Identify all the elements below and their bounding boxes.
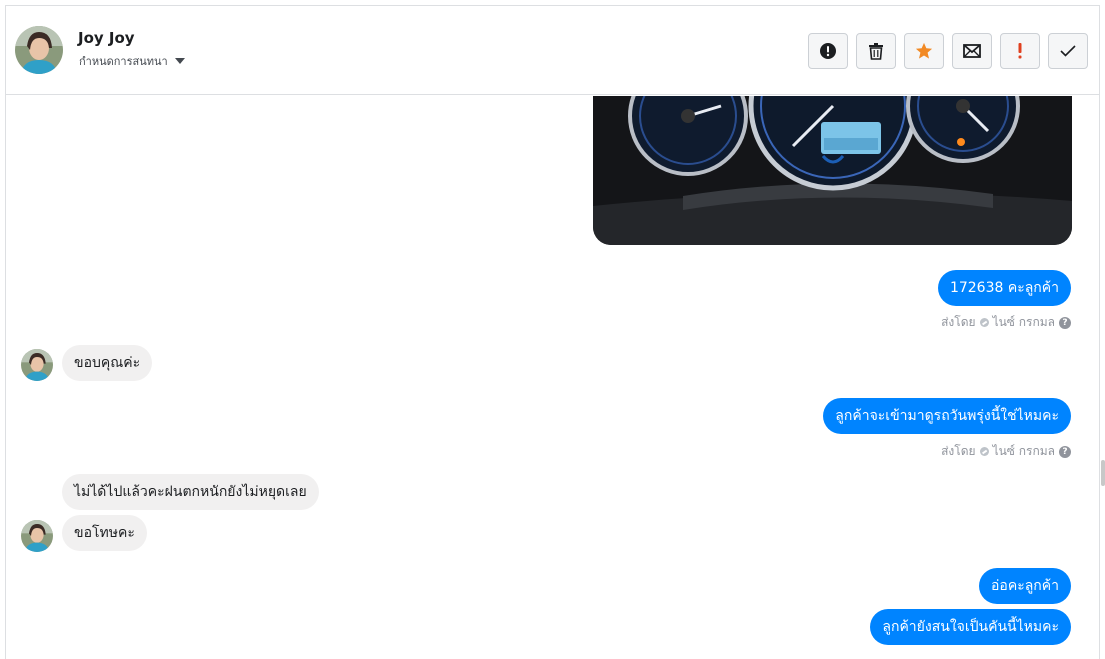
status-agent: ไนซ์ กรกมล: [992, 315, 1055, 329]
mark-done-button[interactable]: [1048, 33, 1088, 69]
trash-icon: [869, 43, 883, 60]
check-icon: [1060, 45, 1076, 57]
message-bubble-outgoing[interactable]: อ่อคะลูกค้า: [979, 568, 1071, 604]
star-button[interactable]: [904, 33, 944, 69]
seen-icon: [979, 318, 989, 327]
caret-down-icon: [174, 58, 185, 64]
delete-button[interactable]: [856, 33, 896, 69]
message-bubble-incoming[interactable]: ขอบคุณค่ะ: [62, 345, 153, 381]
follow-up-button[interactable]: [1000, 33, 1040, 69]
action-toolbar: [808, 33, 1088, 69]
message-status: ส่งโดย ไนซ์ กรกมล ?: [941, 442, 1071, 461]
mark-unread-button[interactable]: [952, 33, 992, 69]
contact-avatar[interactable]: [15, 26, 63, 74]
help-icon[interactable]: ?: [1059, 445, 1071, 458]
message-bubble-incoming[interactable]: ขอโทษคะ: [62, 515, 147, 551]
message-image[interactable]: [593, 96, 1072, 245]
seen-icon: [979, 447, 989, 456]
message-thread[interactable]: 172638 คะลูกค้า ส่งโดย ไนซ์ กรกมล ? ขอบค…: [6, 96, 1099, 659]
status-agent: ไนซ์ กรกมล: [992, 444, 1055, 458]
contact-avatar-small[interactable]: [21, 349, 53, 381]
status-prefix: ส่งโดย: [941, 444, 976, 458]
message-bubble-outgoing[interactable]: ลูกค้าจะเข้ามาดูรถวันพรุ่งนี้ใช่ไหมคะ: [823, 398, 1071, 434]
conversation-settings-dropdown[interactable]: กำหนดการสนทนา: [79, 52, 185, 70]
message-bubble-outgoing[interactable]: 172638 คะลูกค้า: [937, 270, 1071, 306]
message-bubble-incoming[interactable]: ไม่ได้ไปแล้วคะฝนตกหนักยังไม่หยุดเลย: [62, 474, 319, 510]
message-bubble-outgoing[interactable]: ลูกค้ายังสนใจเป็นคันนี้ไหมคะ: [870, 609, 1071, 645]
conversation-panel: Joy Joy กำหนดการสนทนา 172638 คะลูกค้า ส่…: [5, 5, 1100, 659]
scrollbar-thumb[interactable]: [1101, 460, 1105, 486]
conversation-settings-label: กำหนดการสนทนา: [79, 55, 168, 68]
status-prefix: ส่งโดย: [941, 315, 976, 329]
contact-avatar-small[interactable]: [21, 520, 53, 552]
alert-circle-icon: [820, 43, 836, 59]
help-icon[interactable]: ?: [1059, 316, 1071, 329]
star-icon: [915, 42, 933, 59]
message-status: ส่งโดย ไนซ์ กรกมล ?: [941, 313, 1071, 332]
envelope-icon: [963, 44, 981, 58]
exclamation-icon: [1018, 43, 1022, 59]
contact-name: Joy Joy: [78, 29, 135, 47]
report-spam-button[interactable]: [808, 33, 848, 69]
conversation-header: Joy Joy กำหนดการสนทนา: [6, 6, 1099, 95]
